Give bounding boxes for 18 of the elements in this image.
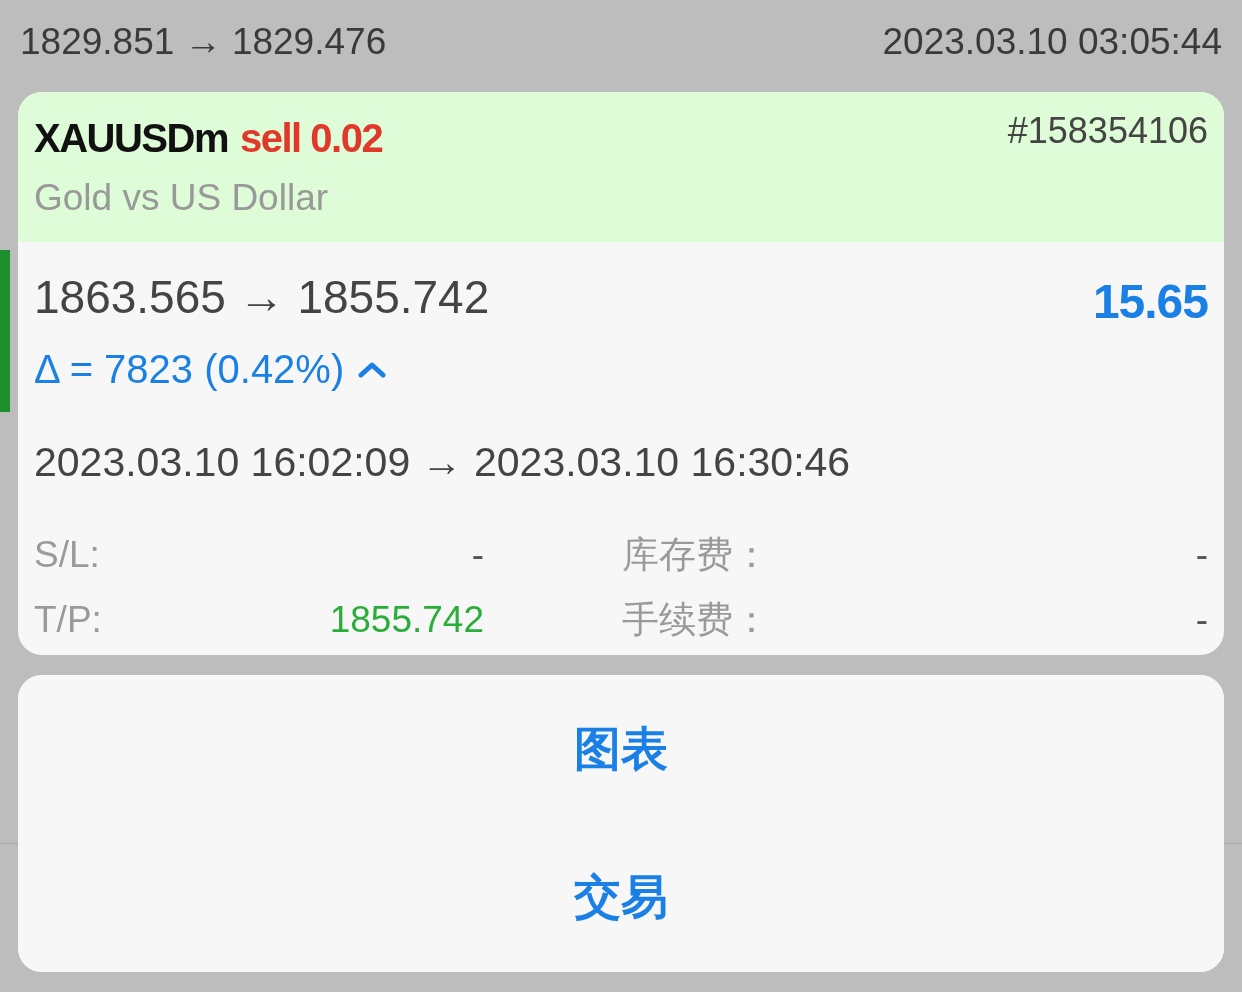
price-range-text: 1829.851 → 1829.476 <box>20 20 387 64</box>
detail-value: 1855.742 <box>329 598 484 642</box>
profit-value: 15.65 <box>1092 274 1208 330</box>
timestamp-text: 2023.03.10 03:05:44 <box>882 20 1222 64</box>
detail-value: - <box>1195 533 1208 577</box>
symbol-title: XAUUSDm <box>34 115 228 162</box>
detail-value: - <box>471 533 484 577</box>
detail-label: T/P: <box>34 598 102 642</box>
price-change-text: 1863.565 → 1855.742 <box>34 270 490 325</box>
detail-label: 手续费： <box>622 598 770 642</box>
detail-label: S/L: <box>34 533 100 577</box>
detail-label: 库存费： <box>622 533 770 577</box>
symbol-description: Gold vs US Dollar <box>34 176 330 220</box>
detail-value: - <box>1195 598 1208 642</box>
order-type-text: sell 0.02 <box>240 115 383 162</box>
delta-text: Δ = 7823 (0.42%) <box>34 346 345 393</box>
ticket-number: #158354106 <box>1007 112 1208 150</box>
time-range-text: 2023.03.10 16:02:09 → 2023.03.10 16:30:46 <box>34 438 852 487</box>
